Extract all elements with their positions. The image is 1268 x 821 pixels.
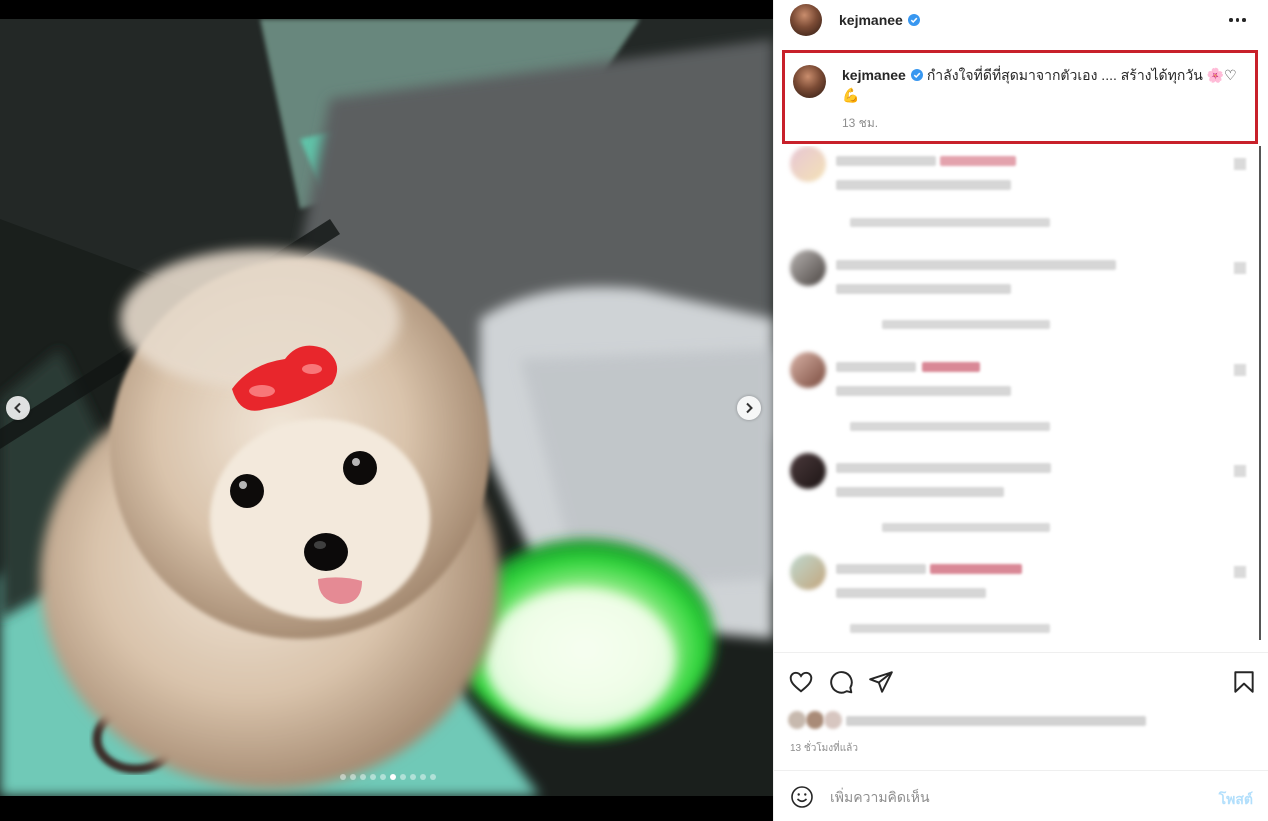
add-comment-bar: โพสต์ <box>774 770 1268 821</box>
author-avatar[interactable] <box>790 4 822 36</box>
post-comment-button[interactable]: โพสต์ <box>1219 789 1253 811</box>
caption-timestamp[interactable]: 13 ชม. <box>842 113 1242 133</box>
verified-badge-icon <box>907 14 920 26</box>
comment-item <box>790 453 1260 548</box>
comment-avatar[interactable] <box>790 146 826 182</box>
carousel-dot <box>380 774 386 780</box>
carousel-next-button[interactable] <box>737 396 761 420</box>
post-side-panel: kejmanee kejmanee กำลังใจที่ดีที่สุดมาจาก… <box>773 0 1268 821</box>
comment-bubble-icon[interactable] <box>828 669 854 695</box>
heart-icon[interactable] <box>788 669 814 695</box>
heart-icon[interactable] <box>1234 364 1246 376</box>
comment-text-blurred <box>836 180 1011 190</box>
caption-author-avatar[interactable] <box>793 65 826 98</box>
carousel-dot <box>370 774 376 780</box>
carousel-dot <box>420 774 426 780</box>
smiley-icon[interactable] <box>790 785 814 809</box>
heart-icon[interactable] <box>1234 262 1246 274</box>
comment-emoji-blurred <box>930 564 1022 574</box>
liker-avatar <box>788 711 806 729</box>
comment-text-blurred <box>836 284 1011 294</box>
chevron-left-icon <box>14 402 21 414</box>
bookmark-icon[interactable] <box>1231 669 1257 695</box>
comment-input[interactable] <box>830 785 1200 809</box>
comments-list-blurred <box>774 146 1268 652</box>
comment-item <box>790 554 1260 649</box>
post-media <box>0 0 773 821</box>
dog-photo-illustration <box>0 19 773 796</box>
carousel-prev-button[interactable] <box>6 396 30 420</box>
comment-emoji-blurred <box>940 156 1016 166</box>
chevron-right-icon <box>746 402 753 414</box>
comment-avatar[interactable] <box>790 554 826 590</box>
post-photo-dog[interactable] <box>0 19 773 796</box>
likes-text-blurred[interactable] <box>846 716 1146 726</box>
comment-item <box>790 250 1260 345</box>
author-username[interactable]: kejmanee <box>839 12 903 28</box>
comment-text-blurred <box>836 487 1004 497</box>
carousel-dot <box>360 774 366 780</box>
comment-avatar[interactable] <box>790 352 826 388</box>
carousel-dot <box>400 774 406 780</box>
carousel-indicator <box>340 774 436 780</box>
comment-meta-blurred <box>882 320 1050 329</box>
comment-meta-blurred <box>850 218 1050 227</box>
carousel-dot <box>430 774 436 780</box>
carousel-dot <box>390 774 396 780</box>
post-caption: kejmanee กำลังใจที่ดีที่สุดมาจากตัวเอง ..… <box>793 65 1242 133</box>
heart-icon[interactable] <box>1234 465 1246 477</box>
more-options-icon[interactable] <box>1229 12 1247 28</box>
carousel-dot <box>350 774 356 780</box>
comment-username-blurred <box>836 156 936 166</box>
heart-icon[interactable] <box>1234 566 1246 578</box>
comment-text-blurred <box>836 588 986 598</box>
post-actions-bar <box>774 652 1268 702</box>
comment-meta-blurred <box>850 422 1050 431</box>
caption-username[interactable]: kejmanee <box>842 67 906 83</box>
carousel-dot <box>340 774 346 780</box>
heart-icon[interactable] <box>1234 158 1246 170</box>
caption-highlight-box: kejmanee กำลังใจที่ดีที่สุดมาจากตัวเอง ..… <box>782 50 1258 144</box>
post-timestamp[interactable]: 13 ชั่วโมงที่แล้ว <box>790 741 858 756</box>
liker-avatar <box>806 711 824 729</box>
carousel-dot <box>410 774 416 780</box>
liker-avatar <box>824 711 842 729</box>
caption-body: kejmanee กำลังใจที่ดีที่สุดมาจากตัวเอง ..… <box>842 65 1242 133</box>
likes-summary-blurred <box>788 708 1148 730</box>
comment-emoji-blurred <box>922 362 980 372</box>
comment-item <box>790 146 1260 241</box>
comment-username-blurred <box>836 564 926 574</box>
comment-item <box>790 352 1260 447</box>
paper-plane-icon[interactable] <box>868 669 894 695</box>
post-header: kejmanee <box>774 0 1268 40</box>
comment-username-blurred <box>836 362 916 372</box>
verified-badge-icon <box>910 69 923 81</box>
comment-meta-blurred <box>882 523 1050 532</box>
comment-avatar[interactable] <box>790 453 826 489</box>
comment-avatar[interactable] <box>790 250 826 286</box>
comment-username-blurred <box>836 463 1051 473</box>
comment-meta-blurred <box>850 624 1050 633</box>
comment-text-blurred <box>836 386 1011 396</box>
comment-username-blurred <box>836 260 1116 270</box>
